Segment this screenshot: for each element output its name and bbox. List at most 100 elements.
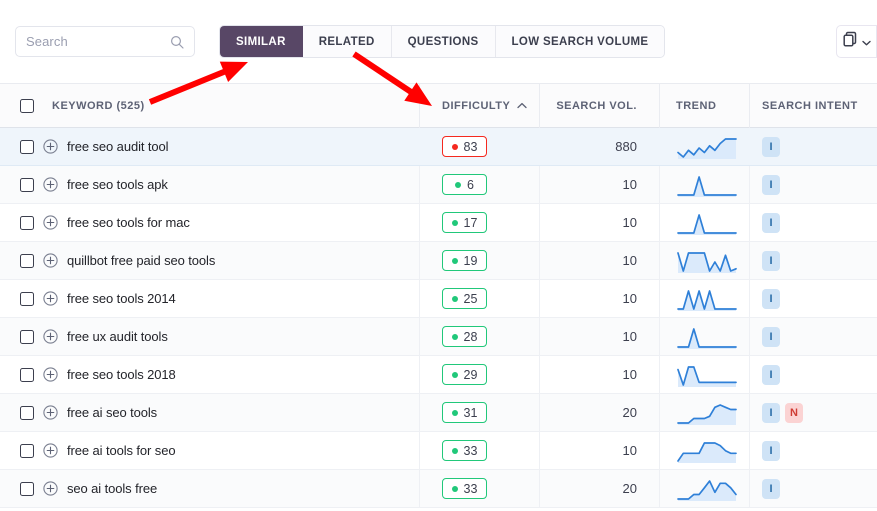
row-checkbox[interactable] [20, 140, 34, 154]
add-keyword-icon[interactable] [43, 177, 58, 192]
add-keyword-icon[interactable] [43, 253, 58, 268]
column-header-search-volume[interactable]: SEARCH VOL. [540, 83, 660, 128]
cell-keyword: free seo tools for mac [0, 204, 420, 242]
column-header-difficulty-label: DIFFICULTY [442, 100, 510, 112]
tab-questions[interactable]: QUESTIONS [392, 26, 496, 57]
difficulty-badge: 33 [442, 478, 487, 499]
result-type-tabs: SIMILAR RELATED QUESTIONS LOW SEARCH VOL… [219, 25, 665, 58]
add-keyword-icon[interactable] [43, 215, 58, 230]
select-all-checkbox[interactable] [20, 99, 34, 113]
keyword-text: free seo tools 2014 [67, 291, 176, 306]
cell-difficulty: 17 [420, 204, 540, 242]
add-keyword-icon[interactable] [43, 481, 58, 496]
row-checkbox[interactable] [20, 254, 34, 268]
row-checkbox[interactable] [20, 216, 34, 230]
search-input[interactable]: Search [15, 26, 195, 57]
search-volume-value: 20 [623, 405, 637, 420]
search-volume-value: 10 [623, 253, 637, 268]
intent-badge-i: I [762, 403, 780, 423]
table-row[interactable]: free seo audit tool83880I [0, 128, 877, 166]
difficulty-badge: 19 [442, 250, 487, 271]
table-row[interactable]: free seo tools 20182910I [0, 356, 877, 394]
difficulty-dot-icon [452, 410, 458, 416]
tab-questions-label: QUESTIONS [408, 36, 479, 48]
trend-sparkline [676, 211, 738, 235]
row-checkbox[interactable] [20, 406, 34, 420]
tab-low-search-volume[interactable]: LOW SEARCH VOLUME [496, 26, 665, 57]
intent-badge-n: N [785, 403, 803, 423]
cell-trend [660, 356, 750, 394]
cell-trend [660, 280, 750, 318]
difficulty-dot-icon [452, 372, 458, 378]
cell-difficulty: 31 [420, 394, 540, 432]
cell-search-volume: 10 [540, 356, 660, 394]
difficulty-badge: 25 [442, 288, 487, 309]
tab-related-label: RELATED [319, 36, 375, 48]
difficulty-value: 28 [464, 330, 478, 344]
keyword-text: seo ai tools free [67, 481, 157, 496]
cell-trend [660, 128, 750, 166]
difficulty-badge: 6 [442, 174, 487, 195]
difficulty-value: 17 [464, 216, 478, 230]
difficulty-dot-icon [452, 448, 458, 454]
cell-trend [660, 166, 750, 204]
add-keyword-icon[interactable] [43, 443, 58, 458]
add-keyword-icon[interactable] [43, 367, 58, 382]
search-placeholder: Search [26, 34, 170, 49]
cell-keyword: free seo audit tool [0, 128, 420, 166]
difficulty-value: 29 [464, 368, 478, 382]
difficulty-dot-icon [452, 144, 458, 150]
cell-search-volume: 10 [540, 242, 660, 280]
export-button[interactable] [836, 25, 877, 58]
table-body: free seo audit tool83880Ifree seo tools … [0, 128, 877, 508]
intent-badge-i: I [762, 479, 780, 499]
row-checkbox[interactable] [20, 292, 34, 306]
difficulty-badge: 83 [442, 136, 487, 157]
difficulty-value: 19 [464, 254, 478, 268]
cell-keyword: free ai tools for seo [0, 432, 420, 470]
cell-search-intent: I [750, 242, 877, 280]
column-header-difficulty[interactable]: DIFFICULTY [420, 83, 540, 128]
trend-sparkline [676, 135, 738, 159]
add-keyword-icon[interactable] [43, 291, 58, 306]
add-keyword-icon[interactable] [43, 329, 58, 344]
add-keyword-icon[interactable] [43, 405, 58, 420]
column-header-search-intent[interactable]: SEARCH INTENT [750, 83, 877, 128]
difficulty-dot-icon [452, 258, 458, 264]
column-header-keyword[interactable]: KEYWORD (525) [0, 83, 420, 128]
difficulty-badge: 29 [442, 364, 487, 385]
tab-similar[interactable]: SIMILAR [220, 26, 303, 57]
table-row[interactable]: quillbot free paid seo tools1910I [0, 242, 877, 280]
add-keyword-icon[interactable] [43, 139, 58, 154]
row-checkbox[interactable] [20, 178, 34, 192]
table-row[interactable]: free seo tools for mac1710I [0, 204, 877, 242]
row-checkbox[interactable] [20, 368, 34, 382]
intent-badge-i: I [762, 441, 780, 461]
search-volume-value: 10 [623, 367, 637, 382]
cell-difficulty: 28 [420, 318, 540, 356]
cell-trend [660, 470, 750, 508]
search-volume-value: 10 [623, 215, 637, 230]
row-checkbox[interactable] [20, 444, 34, 458]
cell-difficulty: 19 [420, 242, 540, 280]
trend-sparkline [676, 439, 738, 463]
column-header-trend[interactable]: TREND [660, 83, 750, 128]
table-row[interactable]: free ux audit tools2810I [0, 318, 877, 356]
table-row[interactable]: free seo tools 20142510I [0, 280, 877, 318]
search-volume-value: 10 [623, 291, 637, 306]
cell-difficulty: 29 [420, 356, 540, 394]
row-checkbox[interactable] [20, 330, 34, 344]
cell-keyword: free seo tools 2014 [0, 280, 420, 318]
cell-keyword: seo ai tools free [0, 470, 420, 508]
keyword-text: free ai tools for seo [67, 443, 175, 458]
row-checkbox[interactable] [20, 482, 34, 496]
cell-difficulty: 25 [420, 280, 540, 318]
column-header-search-volume-label: SEARCH VOL. [556, 100, 637, 112]
tab-related[interactable]: RELATED [303, 26, 392, 57]
search-volume-value: 20 [623, 481, 637, 496]
table-row[interactable]: free ai seo tools3120IN [0, 394, 877, 432]
table-row[interactable]: seo ai tools free 33 20 I [0, 470, 877, 508]
table-row[interactable]: free ai tools for seo3310I [0, 432, 877, 470]
cell-difficulty: 83 [420, 128, 540, 166]
table-row[interactable]: free seo tools apk610I [0, 166, 877, 204]
